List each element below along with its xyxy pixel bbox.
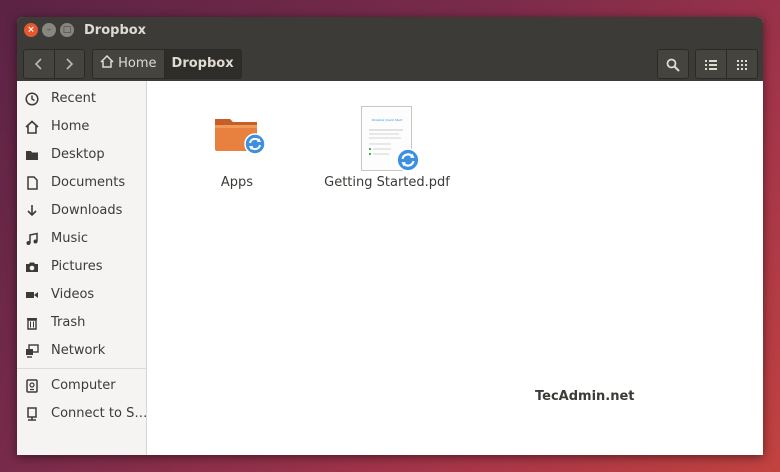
sidebar-item-pictures[interactable]: Pictures <box>17 254 146 280</box>
sidebar-item-videos[interactable]: Videos <box>17 282 146 308</box>
home-icon <box>25 120 39 134</box>
folder-icon <box>26 151 38 160</box>
sidebar-item-label: Network <box>51 343 106 358</box>
sidebar-item-label: Recent <box>51 91 96 106</box>
file-manager-window: × – □ Dropbox Home Dropbox Recent Home D… <box>17 17 763 455</box>
back-button[interactable] <box>24 50 55 78</box>
sidebar-item-music[interactable]: Music <box>17 226 146 252</box>
network-icon <box>26 344 39 358</box>
sidebar-item-documents[interactable]: Documents <box>17 170 146 196</box>
music-icon <box>26 232 38 245</box>
sidebar-item-label: Pictures <box>51 259 103 274</box>
server-icon <box>27 407 37 421</box>
home-icon <box>100 54 114 68</box>
grid-view-button[interactable] <box>726 49 758 79</box>
document-icon <box>27 176 38 190</box>
sidebar-item-connect-to-server[interactable]: Connect to S… <box>17 401 146 427</box>
file-name: Getting Started.pdf <box>324 175 450 190</box>
window-title: Dropbox <box>84 23 147 38</box>
minimize-icon[interactable]: – <box>42 23 56 37</box>
sidebar-item-trash[interactable]: Trash <box>17 310 146 336</box>
list-view-icon <box>705 59 717 70</box>
sidebar-item-recent[interactable]: Recent <box>17 86 146 112</box>
chevron-left-icon <box>34 58 42 70</box>
thumbnail-heading: Dropbox Quick Start <box>371 118 403 122</box>
computer-icon <box>26 379 38 393</box>
forward-button[interactable] <box>54 50 84 78</box>
file-view: Apps Dropbox Quick Start Getting Started… <box>147 81 763 455</box>
sidebar-item-label: Trash <box>51 315 86 330</box>
sidebar-item-label: Desktop <box>51 147 105 162</box>
folder-item-apps[interactable]: Apps <box>192 101 282 193</box>
breadcrumb-dropbox[interactable]: Dropbox <box>163 49 242 79</box>
sidebar-item-label: Connect to S… <box>51 406 146 421</box>
clock-icon <box>25 92 39 106</box>
camera-icon <box>26 262 38 272</box>
chevron-right-icon <box>66 58 74 70</box>
maximize-icon[interactable]: □ <box>60 23 74 37</box>
sidebar: Recent Home Desktop Documents Downloads … <box>17 81 147 455</box>
sidebar-item-label: Videos <box>51 287 95 302</box>
sidebar-item-network[interactable]: Network <box>17 338 146 364</box>
sidebar-item-label: Music <box>51 231 88 246</box>
breadcrumb-home-label: Home <box>118 56 157 71</box>
file-name: Apps <box>220 175 254 190</box>
sidebar-item-computer[interactable]: Computer <box>17 373 146 399</box>
search-button[interactable] <box>657 49 689 79</box>
sidebar-item-home[interactable]: Home <box>17 114 146 140</box>
download-icon <box>27 205 37 217</box>
close-icon[interactable]: × <box>24 23 38 37</box>
sync-icon <box>244 133 266 155</box>
breadcrumb-dropbox-label: Dropbox <box>171 56 234 71</box>
sidebar-item-downloads[interactable]: Downloads <box>17 198 146 224</box>
search-icon <box>666 58 680 72</box>
list-view-button[interactable] <box>695 49 727 79</box>
grid-view-icon <box>737 59 747 70</box>
sidebar-item-label: Computer <box>51 378 116 393</box>
file-item-getting-started-pdf[interactable]: Dropbox Quick Start Getting Started.pdf <box>322 101 452 193</box>
toolbar: Home Dropbox <box>17 45 763 81</box>
trash-icon <box>27 318 37 330</box>
sidebar-item-label: Home <box>51 119 90 134</box>
sidebar-item-label: Documents <box>51 175 126 190</box>
watermark: TecAdmin.net <box>535 389 635 404</box>
sidebar-divider <box>17 368 146 369</box>
breadcrumb: Home Dropbox <box>92 49 242 79</box>
sidebar-item-label: Downloads <box>51 203 123 218</box>
breadcrumb-home[interactable]: Home <box>92 49 164 79</box>
navigation-buttons <box>23 49 85 79</box>
titlebar: × – □ Dropbox <box>17 17 763 45</box>
sidebar-item-desktop[interactable]: Desktop <box>17 142 146 168</box>
video-icon <box>26 292 38 298</box>
sync-icon <box>396 148 420 172</box>
